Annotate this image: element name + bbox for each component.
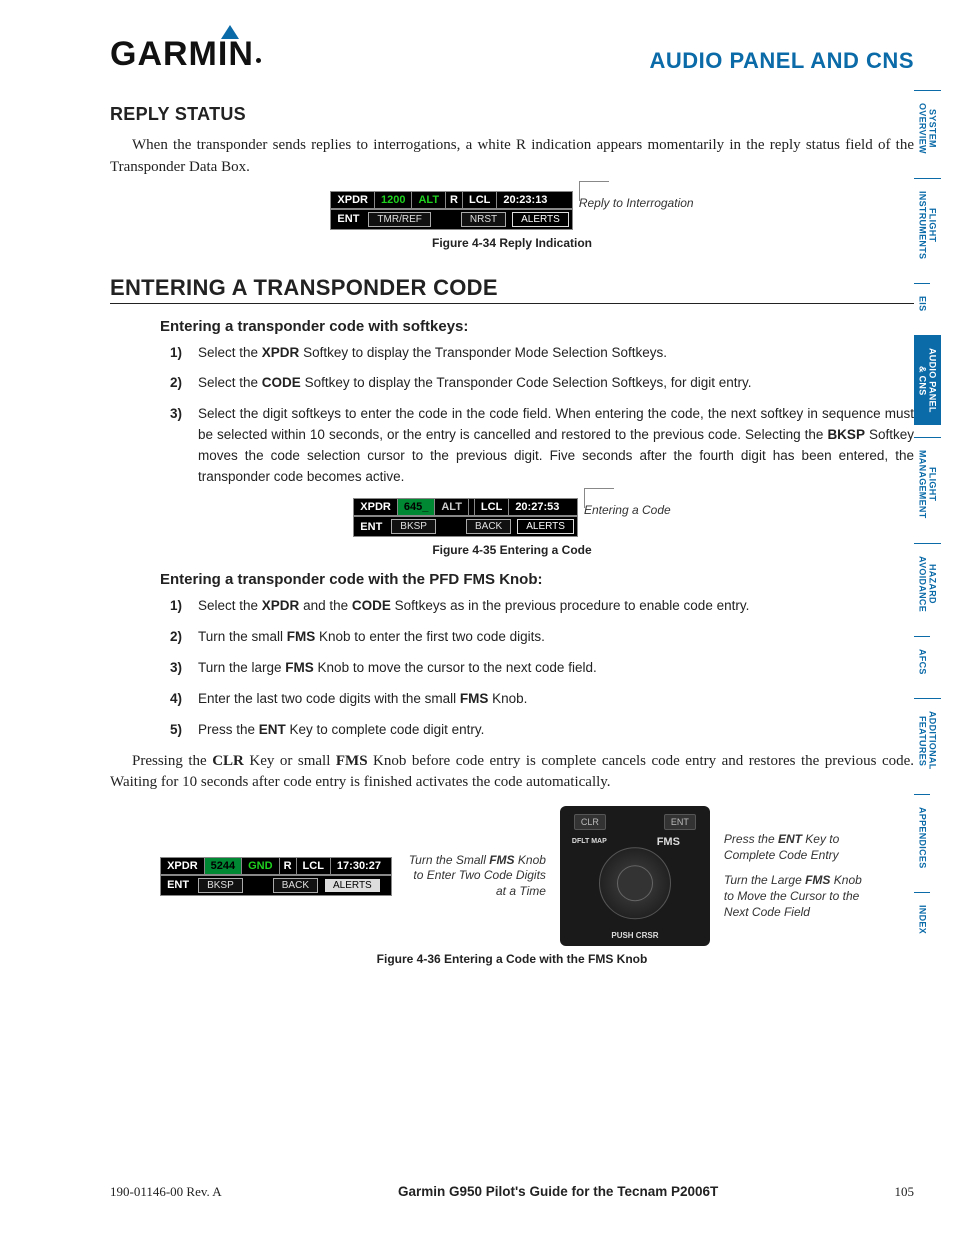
page-number: 105: [894, 1184, 914, 1200]
step-item: 2)Select the CODE Softkey to display the…: [170, 373, 914, 394]
figure-4-34: XPDR 1200 ALT R LCL 20:23:13 ENT TMR/REF…: [110, 191, 914, 250]
section-tab[interactable]: HAZARD AVOIDANCE: [914, 543, 941, 624]
garmin-logo: GARMIN: [110, 35, 261, 74]
section-tab[interactable]: AFCS: [914, 636, 930, 687]
section-tab[interactable]: ADDITIONAL FEATURES: [914, 698, 941, 782]
page-footer: 190-01146-00 Rev. A Garmin G950 Pilot's …: [110, 1184, 914, 1200]
closing-paragraph: Pressing the CLR Key or small FMS Knob b…: [110, 751, 914, 795]
section-tab[interactable]: EIS: [914, 283, 930, 323]
step-item: 4)Enter the last two code digits with th…: [170, 689, 914, 710]
reply-status-heading: REPLY STATUS: [110, 104, 914, 125]
entering-code-heading: ENTERING A TRANSPONDER CODE: [110, 275, 914, 304]
fms-knob-panel: CLR ENT DFLT MAP FMS PUSH CRSR: [560, 806, 710, 946]
step-item: 3)Select the digit softkeys to enter the…: [170, 404, 914, 488]
doc-revision: 190-01146-00 Rev. A: [110, 1184, 222, 1200]
section-tab[interactable]: FLIGHT MANAGEMENT: [914, 437, 941, 531]
chapter-title: AUDIO PANEL AND CNS: [649, 48, 914, 74]
section-tabs: SYSTEM OVERVIEW FLIGHT INSTRUMENTS EIS AUDI…: [914, 90, 954, 958]
step-item: 3)Turn the large FMS Knob to move the cu…: [170, 658, 914, 679]
reply-status-paragraph: When the transponder sends replies to in…: [110, 135, 914, 179]
fmsknob-subheading: Entering a transponder code with the PFD…: [160, 571, 914, 588]
softkeys-steps: 1)Select the XPDR Softkey to display the…: [170, 343, 914, 489]
step-item: 2)Turn the small FMS Knob to enter the f…: [170, 627, 914, 648]
doc-title: Garmin G950 Pilot's Guide for the Tecnam…: [398, 1184, 718, 1200]
figure-4-36: XPDR 5244 GND R LCL 17:30:27 ENT BKSP BA…: [110, 806, 914, 966]
softkeys-subheading: Entering a transponder code with softkey…: [160, 318, 914, 335]
section-tab[interactable]: AUDIO PANEL & CNS: [914, 335, 941, 425]
step-item: 1)Select the XPDR Softkey to display the…: [170, 343, 914, 364]
section-tab[interactable]: SYSTEM OVERVIEW: [914, 90, 941, 166]
section-tab[interactable]: APPENDICES: [914, 794, 930, 881]
step-item: 1)Select the XPDR and the CODE Softkeys …: [170, 596, 914, 617]
section-tab[interactable]: FLIGHT INSTRUMENTS: [914, 178, 941, 271]
fmsknob-steps: 1)Select the XPDR and the CODE Softkeys …: [170, 596, 914, 741]
section-tab[interactable]: INDEX: [914, 892, 930, 946]
figure-4-35: XPDR 645_ ALT LCL 20:27:53 ENT BKSP BACK…: [110, 498, 914, 557]
step-item: 5)Press the ENT Key to complete code dig…: [170, 720, 914, 741]
